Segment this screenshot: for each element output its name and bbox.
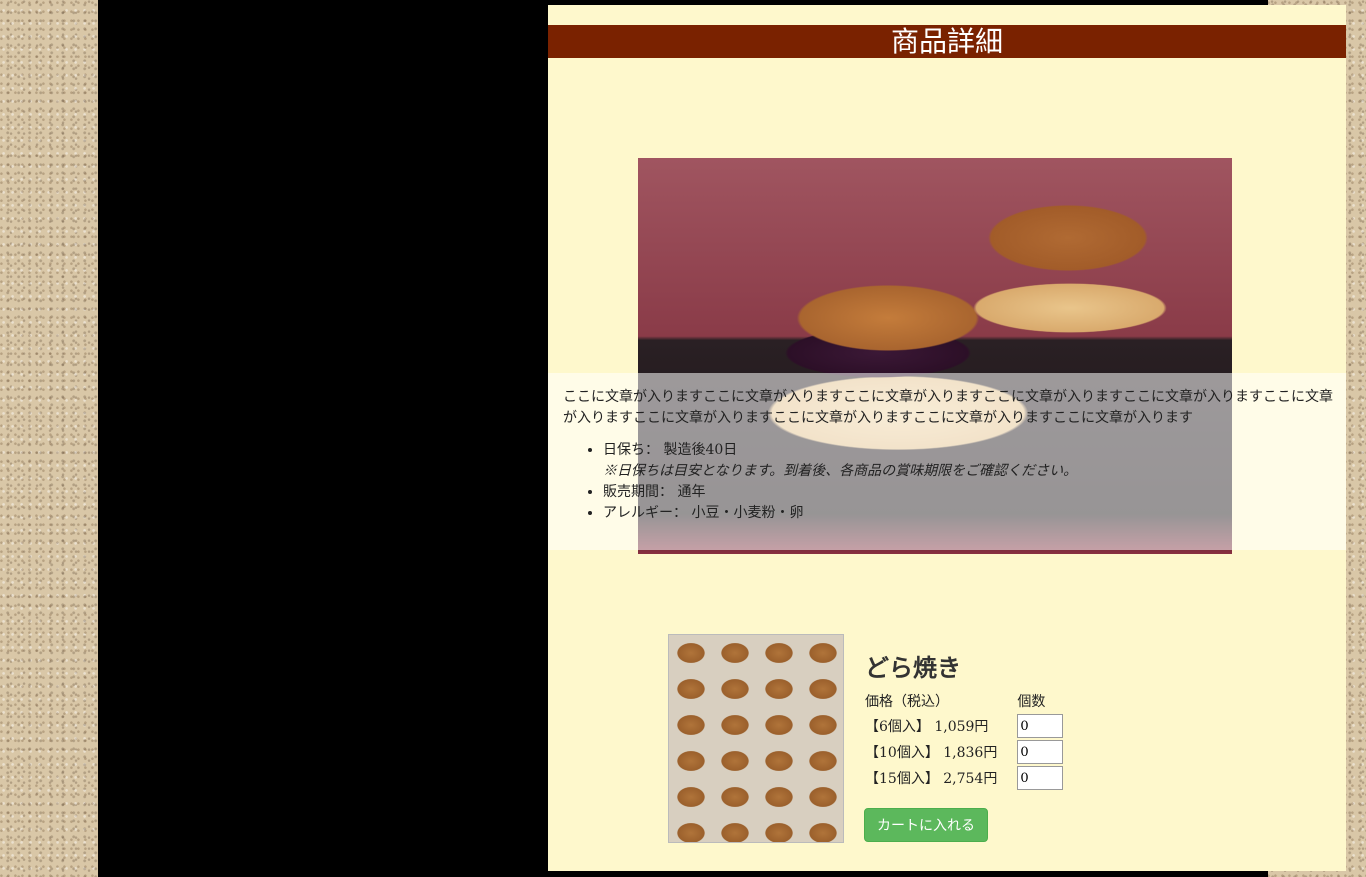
variant-qty-cell [997,765,1064,791]
allergy-item: アレルギー： 小豆・小麦粉・卵 [603,503,1077,524]
product-description: ここに文章が入りますここに文章が入りますここに文章が入りますここに文章が入ります… [563,389,1333,426]
quantity-input-6[interactable] [1017,714,1064,738]
product-thumbnail [668,634,844,843]
page-title: 商品詳細 [548,25,1346,58]
variant-qty-cell [997,739,1064,765]
variant-price: 【6個入】 1,059円 [865,719,989,735]
price-column-header: 価格（税込） [865,694,949,710]
content-panel: 商品詳細 ここに文章が入りますここに文章が入りますここに文章が入りますここに文章… [548,5,1346,871]
sales-period-value: 通年 [677,484,706,500]
shelf-life-label: 日保ち： [603,442,659,458]
table-row: 【6個入】 1,059円 [863,713,1064,739]
shelf-life-value: 製造後40日 [663,442,738,458]
quantity-input-10[interactable] [1017,740,1064,764]
variant-qty-cell [997,713,1064,739]
product-name: どら焼き [865,654,961,682]
variant-price: 【10個入】 1,836円 [865,745,998,761]
allergy-value: 小豆・小麦粉・卵 [691,505,804,521]
price-table: 価格（税込） 個数 【6個入】 1,059円 【10個入】 1,836円 [863,691,1064,791]
table-row: 【10個入】 1,836円 [863,739,1064,765]
shelf-life-note: ※日保ちは目安となります。到着後、各商品の賞味期限をご確認ください。 [603,463,1078,479]
table-row: 【15個入】 2,754円 [863,765,1064,791]
price-table-header-row: 価格（税込） 個数 [863,691,1063,713]
sales-period-label: 販売期間： [603,484,673,500]
shelf-life-item: 日保ち： 製造後40日 ※日保ちは目安となります。到着後、各商品の賞味期限をご確… [603,440,1077,482]
page-frame: 商品詳細 ここに文章が入りますここに文章が入りますここに文章が入りますここに文章… [98,0,1346,877]
sales-period-item: 販売期間： 通年 [603,482,1077,503]
allergy-label: アレルギー： [603,505,687,521]
quantity-column-header: 個数 [1017,694,1046,710]
quantity-input-15[interactable] [1017,766,1064,790]
add-to-cart-button[interactable]: カートに入れる [864,808,988,842]
product-info-list: 日保ち： 製造後40日 ※日保ちは目安となります。到着後、各商品の賞味期限をご確… [603,440,1077,524]
variant-price: 【15個入】 2,754円 [865,771,998,787]
